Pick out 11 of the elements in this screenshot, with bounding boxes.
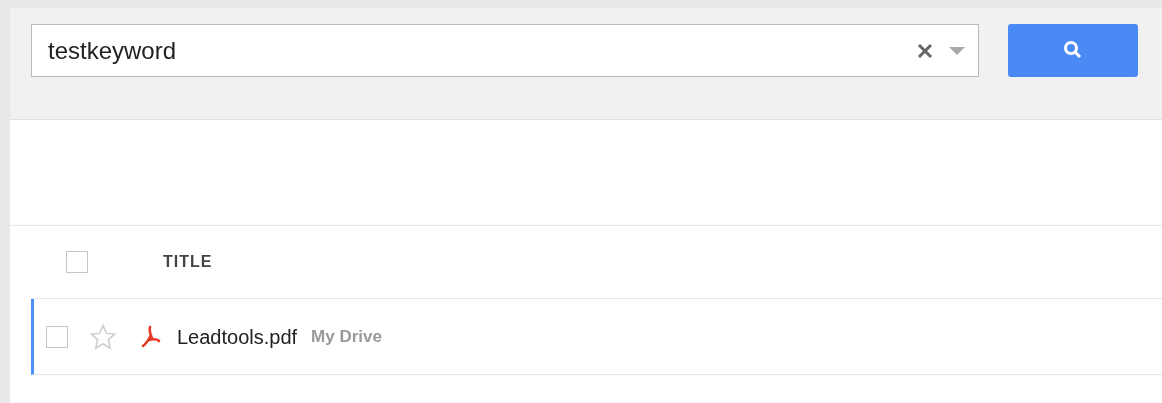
file-name[interactable]: Leadtools.pdf	[177, 321, 298, 352]
search-field[interactable]: testkeyword	[31, 24, 979, 77]
checkbox[interactable]	[66, 251, 88, 273]
caret-icon[interactable]	[948, 45, 966, 56]
file-location: My Drive	[311, 325, 382, 348]
star-icon[interactable]	[88, 322, 118, 351]
search-button[interactable]	[1008, 24, 1138, 77]
checkbox[interactable]	[46, 325, 68, 348]
column-header[interactable]: TITLE	[163, 250, 213, 274]
close-icon[interactable]	[916, 41, 934, 60]
file-row[interactable]: Leadtools.pdf My Drive	[31, 299, 1162, 375]
